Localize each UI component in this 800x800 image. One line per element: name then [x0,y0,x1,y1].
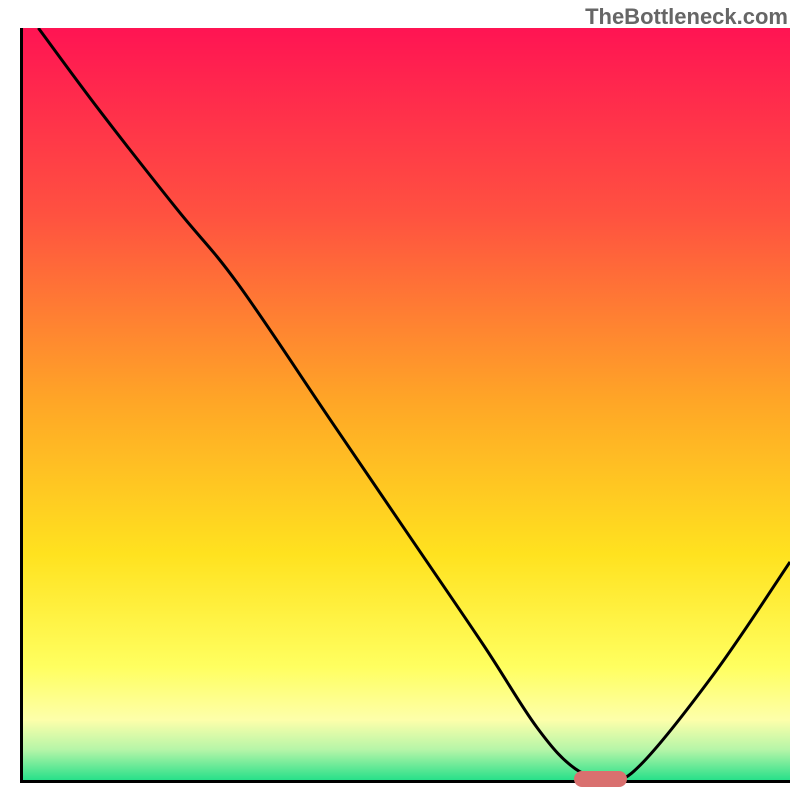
bottleneck-curve [23,28,790,780]
chart-plot-area [20,28,790,783]
optimal-marker [574,771,628,787]
watermark-text: TheBottleneck.com [585,4,788,30]
